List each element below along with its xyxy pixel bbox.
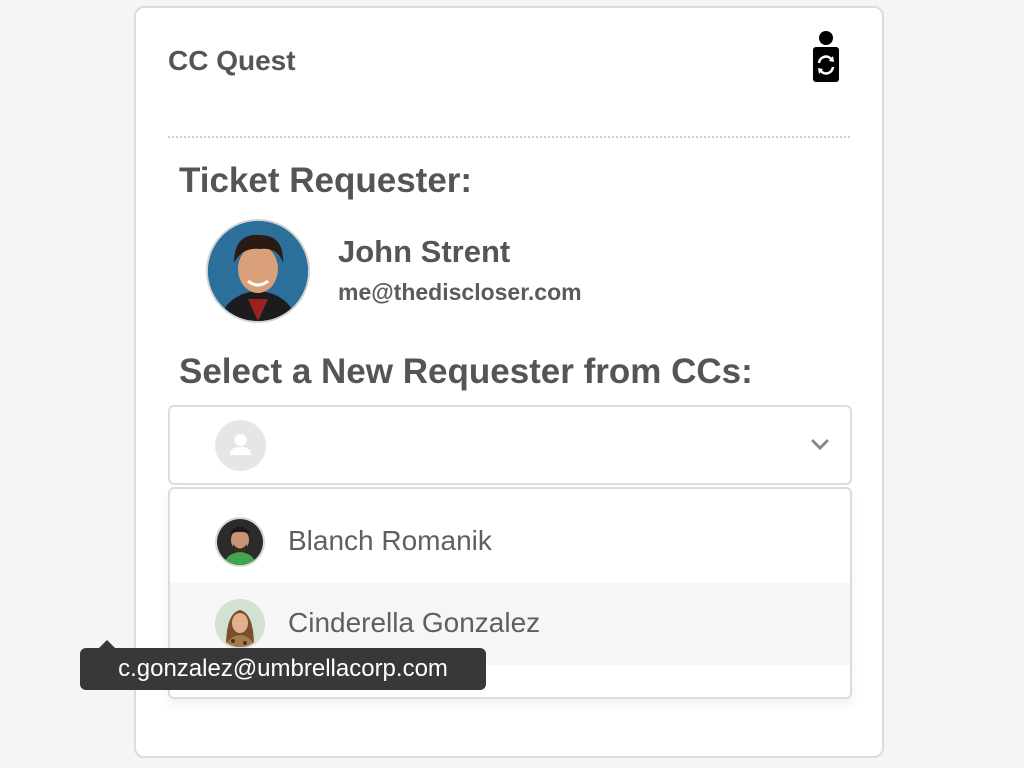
requester-select[interactable] [168,405,852,485]
requester-avatar [206,219,310,323]
requester-name: John Strent [338,234,511,269]
person-sync-logo-icon [813,31,839,82]
person-placeholder-icon [215,420,266,471]
email-tooltip: c.gonzalez@umbrellacorp.com [80,648,486,690]
app-title: CC Quest [168,45,296,76]
tooltip-arrow [99,640,115,648]
avatar [215,517,265,567]
option-label: Cinderella Gonzalez [288,607,541,638]
option-blanch-romanik[interactable]: Blanch Romanik [170,501,850,583]
chevron-down-icon[interactable] [810,437,830,451]
app-panel: CC Quest Ticket Requester: John Strent m… [134,6,884,758]
requester-email: me@thediscloser.com [338,279,582,305]
ticket-requester-heading: Ticket Requester: [179,161,473,200]
select-requester-heading: Select a New Requester from CCs: [179,352,753,391]
option-label: Blanch Romanik [288,525,492,556]
divider [168,136,850,138]
avatar [215,599,265,649]
